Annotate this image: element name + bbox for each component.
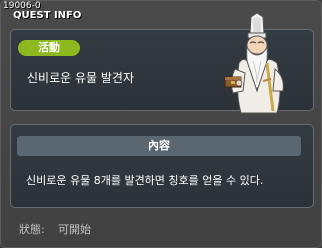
quest-type-badge: 活動 — [18, 40, 80, 56]
content-text: 신비로운 유물 8개를 발견하면 칭호를 얻을 수 있다. — [26, 174, 264, 187]
old-sage-npc-icon — [224, 12, 284, 114]
content-header: 內容 — [17, 136, 301, 156]
quest-info-window: 19006-0 QUEST INFO 活動 신비로운 유물 발견자 內容 신비로… — [0, 0, 322, 248]
status-label: 狀態: — [19, 223, 45, 236]
window-title: QUEST INFO — [13, 10, 82, 21]
status-value: 可開始 — [58, 223, 91, 236]
quest-name: 신비로운 유물 발견자 — [27, 71, 134, 85]
